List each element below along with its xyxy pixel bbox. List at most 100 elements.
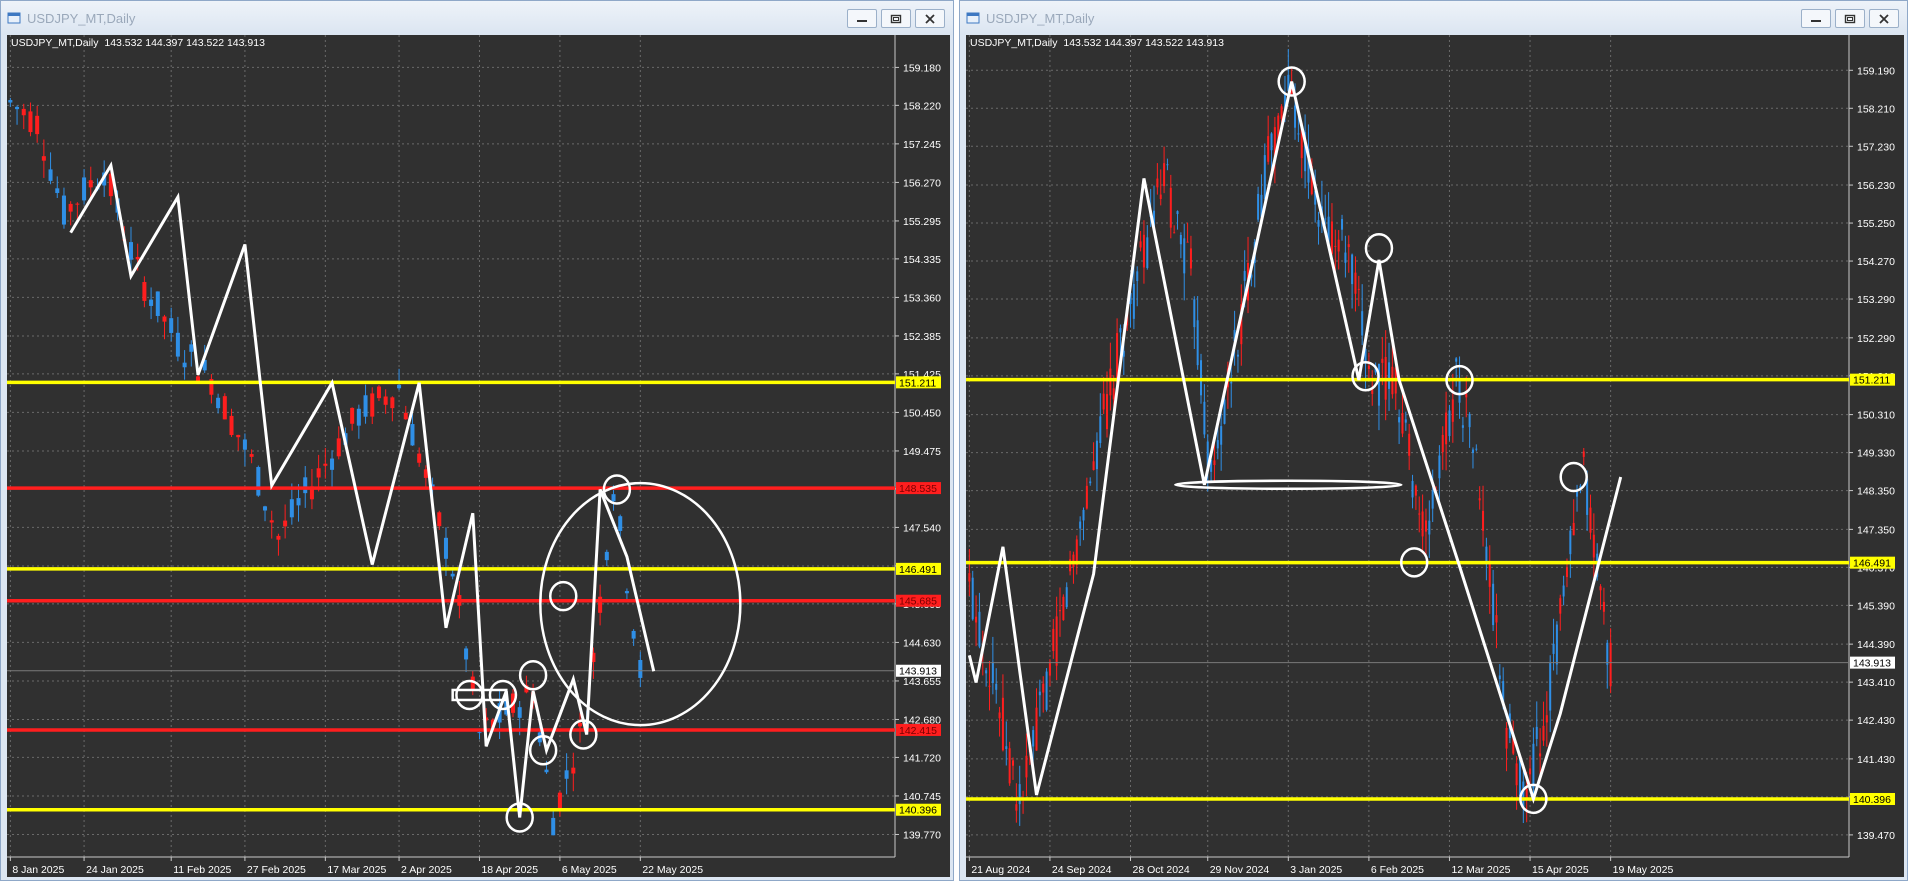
candle-bull [169,318,174,333]
x-tick-label: 22 May 2025 [642,864,703,876]
candle-bull [477,732,482,734]
candle-bull [1032,730,1035,747]
close-button[interactable] [1869,9,1899,28]
candle-bull [978,611,981,647]
pivot-circle [1364,233,1394,264]
candle-bull [363,395,368,417]
candle-bear [975,616,978,623]
candle-bear [1092,461,1095,471]
candle-bull [216,397,221,409]
x-tick-label: 27 Feb 2025 [247,864,306,876]
chart-info-label: USDJPY_MT,Daily 143.532 144.397 143.522 … [970,37,1224,49]
candle-bear [988,685,991,687]
candle-bear [35,115,40,135]
candle-bull [1038,691,1041,696]
candle-bull [55,188,60,193]
candle-bear [1035,707,1038,751]
candle-bear [437,512,442,527]
close-button[interactable] [915,9,945,28]
x-tick-label: 21 Aug 2024 [971,864,1030,876]
candle-bear [1142,234,1145,268]
candle-bear [1495,615,1498,623]
candle-bear [1330,221,1333,254]
y-tick-label: 156.230 [1857,180,1895,192]
candle-bear [1488,563,1491,587]
candle-bull [1317,220,1320,227]
candle-bear [1159,194,1162,200]
candle-bull [1522,781,1525,808]
minimize-icon [1811,19,1821,22]
price-chart[interactable]: 159.180 158.220 157.245 156.270 155.295 154.3… [7,35,950,877]
candle-bull [1552,643,1555,654]
price-chart[interactable]: 159.190 158.210 157.230 156.230 155.250 154.2… [966,35,1904,877]
minimize-button[interactable] [1801,9,1831,28]
candle-bull [443,537,448,559]
candle-bear [383,396,388,405]
candle-bull [1243,270,1246,281]
candle-bear [1482,510,1485,531]
candle-bear [1565,567,1568,578]
candle-bear [1072,554,1075,568]
candle-bull [1461,425,1464,428]
candle-bull [1257,193,1260,220]
candle-bull [985,670,988,674]
candle-bear [142,282,147,301]
candle-bear [21,108,26,116]
chart-window-right[interactable]: USDJPY_MT,Daily 159.190 158.210 157.230 156… [959,0,1908,881]
candle-bear [578,722,583,727]
candle-bear [283,520,288,527]
candle-bull [1351,254,1354,285]
maximize-button[interactable] [1835,9,1865,28]
chart-window-left[interactable]: USDJPY_MT,Daily 159.180 158.220 157.245 156… [0,0,954,881]
candle-bear [1011,760,1015,766]
candle-bear [376,386,381,399]
candle-bull [624,591,629,594]
x-tick-label: 11 Feb 2025 [173,864,231,876]
candle-bull [1065,587,1068,608]
candle-bull [1196,320,1199,366]
y-tick-label: 139.770 [903,829,941,841]
candle-bull [464,648,469,660]
chart-info-label: USDJPY_MT,Daily 143.532 144.397 143.522 … [11,37,265,49]
candle-bear [1062,596,1065,621]
y-tick-label: 152.385 [903,331,941,343]
candle-bear [1445,412,1448,445]
candle-bear [1451,399,1454,422]
window-titlebar[interactable]: USDJPY_MT,Daily [960,1,1907,35]
candle-bear [1478,498,1481,501]
candle-bull [1532,743,1535,789]
candle-bear [1545,715,1548,723]
chart-canvas[interactable]: 159.180 158.220 157.245 156.270 155.295 154.3… [7,35,950,877]
y-tick-label: 158.210 [1857,103,1895,115]
minimize-button[interactable] [847,9,877,28]
candle-bull [1438,455,1441,479]
candle-bull [1324,218,1327,220]
window-titlebar[interactable]: USDJPY_MT,Daily [1,1,953,35]
candle-bull [1398,417,1401,423]
window-title: USDJPY_MT,Daily [27,10,136,26]
candle-bear [323,463,328,466]
candle-bull [551,817,556,836]
candle-bull [1216,440,1219,449]
y-tick-label: 147.540 [903,522,941,534]
pivot-circle [549,580,578,612]
candle-bear [1542,725,1545,741]
candle-bull [1193,299,1196,328]
candle-bull [242,439,247,450]
candle-bear [229,415,234,436]
candle-bear [1421,511,1424,537]
candle-bear [1102,393,1105,410]
candle-bull [15,106,20,110]
candle-bull [1005,746,1008,750]
y-tick-label: 141.720 [903,752,941,764]
chart-canvas[interactable]: 159.190 158.210 157.230 156.230 155.250 154.2… [966,35,1904,877]
candle-bull [618,516,623,531]
candle-bear [276,535,281,540]
candle-bull [189,344,194,352]
candle-bear [1381,358,1384,363]
candle-bear [1592,534,1595,558]
candle-bull [175,332,180,357]
candle-bull [1498,675,1501,680]
candle-bull [263,506,268,511]
maximize-button[interactable] [881,9,911,28]
